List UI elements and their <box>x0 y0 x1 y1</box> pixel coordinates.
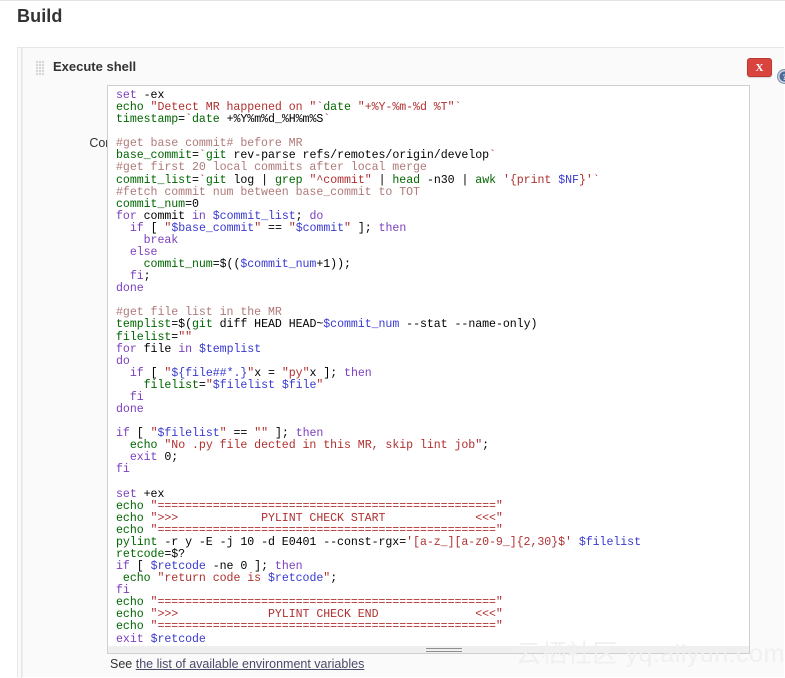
code-line: fi <box>116 392 747 404</box>
env-note-prefix: See <box>110 657 136 671</box>
code-line: echo "return code is $retcode"; <box>116 573 747 585</box>
environment-variables-note: See the list of available environment va… <box>110 657 364 671</box>
resize-handle[interactable] <box>426 648 462 652</box>
code-line: echo "No .py file dected in this MR, ski… <box>116 440 747 452</box>
code-line: commit_num=$(($commit_num+1)); <box>116 259 747 271</box>
top-divider <box>0 0 785 1</box>
textarea-resize-strip <box>107 646 750 654</box>
code-line: exit $retcode <box>116 634 747 646</box>
delete-build-step-button[interactable]: X <box>747 58 772 77</box>
code-line: break <box>116 235 747 247</box>
env-variables-link[interactable]: the list of available environment variab… <box>136 657 365 671</box>
command-script-content: set -execho "Detect MR happened on "`dat… <box>116 90 747 647</box>
build-config-page: Build Execute shell X ? Command set -exe… <box>0 0 785 677</box>
code-line: fi <box>116 464 747 476</box>
code-line: done <box>116 283 747 295</box>
code-line: #fetch commit num between base_commit to… <box>116 187 747 199</box>
code-line: for file in $templist <box>116 344 747 356</box>
code-line: if [ "$base_commit" == "$commit" ]; then <box>116 223 747 235</box>
code-line: echo "==================================… <box>116 621 747 633</box>
code-line: templist=$(git diff HEAD HEAD~$commit_nu… <box>116 319 747 331</box>
code-line: pylint -r y -E -j 10 -d E0401 --const-rg… <box>116 537 747 549</box>
drag-handle-icon[interactable] <box>36 61 45 76</box>
code-line: timestamp=`date +%Y%m%d_%H%m%S` <box>116 114 747 126</box>
code-line <box>116 477 747 489</box>
build-step-title: Execute shell <box>53 58 136 76</box>
code-line: exit 0; <box>116 452 747 464</box>
code-line: filelist="$filelist $file" <box>116 380 747 392</box>
code-line: fi; <box>116 271 747 283</box>
build-step-header: Execute shell X ? <box>23 58 784 84</box>
code-line: done <box>116 404 747 416</box>
page-title: Build <box>17 6 63 27</box>
command-textarea[interactable]: set -execho "Detect MR happened on "`dat… <box>107 85 750 648</box>
help-circle-icon[interactable]: ? <box>777 69 785 84</box>
